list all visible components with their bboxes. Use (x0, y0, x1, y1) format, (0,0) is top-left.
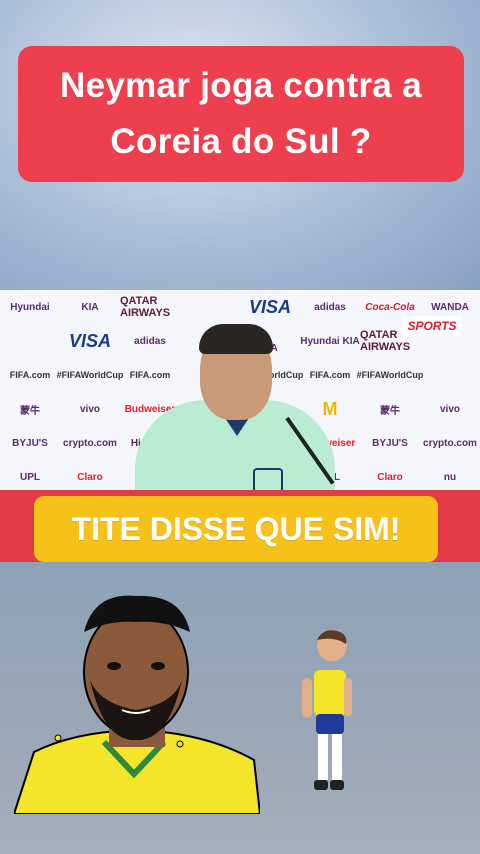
sponsor-logo: Claro (377, 471, 403, 483)
sponsor-logo: crypto.com (63, 437, 117, 449)
sponsor-logo: nu (443, 471, 457, 483)
top-caption-line-2: Coreia do Sul ? (110, 122, 372, 161)
top-caption-banner: Neymar joga contra a Coreia do Sul ? (18, 46, 464, 182)
sponsor-logo: 蒙牛 (20, 405, 40, 417)
sports-channel-logo: SPORTS (402, 316, 462, 336)
sponsor-logo: Claro (77, 471, 103, 483)
sponsor-logo: vivo (79, 403, 100, 415)
sponsor-logo (420, 358, 480, 392)
sponsor-logo: Hyundai (10, 301, 50, 313)
player-3d-avatar (302, 630, 352, 790)
sponsor-logo: 蒙牛 (380, 405, 400, 417)
neymar-cartoon-illustration (14, 595, 260, 814)
sponsor-logo: KIA (81, 301, 99, 313)
sponsor-logo: BYJU'S (12, 437, 48, 449)
top-caption-line-1: Neymar joga contra a (60, 66, 422, 105)
sponsor-logo: UPL (20, 471, 40, 483)
sponsor-logo: FIFA.com (9, 370, 51, 380)
sponsor-logo: VISA (68, 330, 111, 351)
sponsor-logo: #FIFAWorldCup (56, 370, 124, 380)
sponsor-logo: BYJU'S (372, 437, 408, 449)
sponsor-logo: vivo (439, 403, 460, 415)
sponsor-logo (0, 324, 60, 358)
sponsor-logo: crypto.com (423, 437, 477, 449)
mid-caption-banner: TITE DISSE QUE SIM! (34, 496, 438, 562)
speaker-hair (199, 324, 273, 354)
sponsor-logo: #FIFAWorldCup (356, 370, 424, 380)
